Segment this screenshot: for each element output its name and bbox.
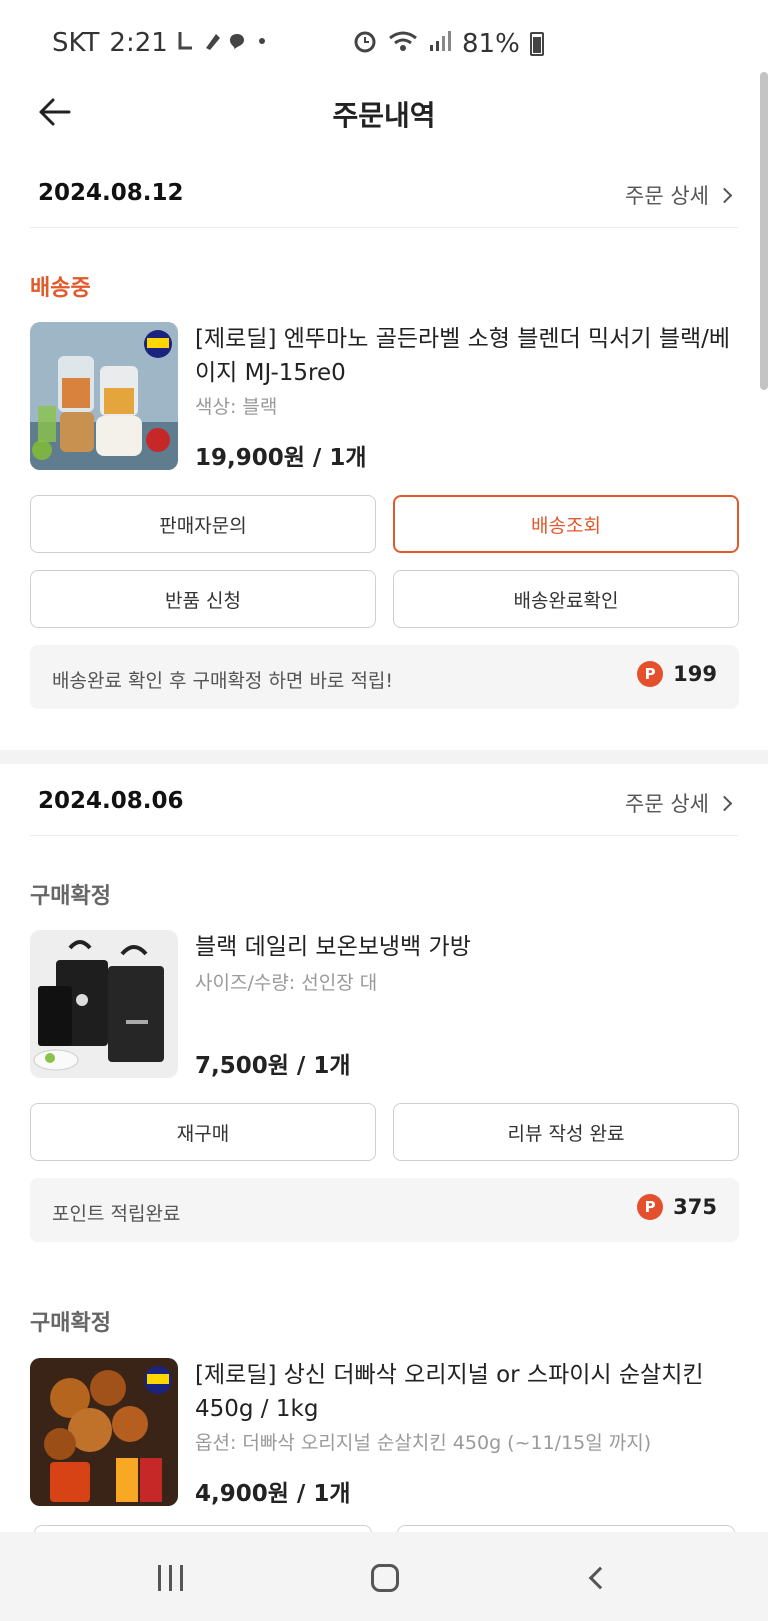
chevron-right-icon — [716, 187, 733, 203]
product-price: 4,900원 / 1개 — [195, 1481, 351, 1507]
confirm-delivery-button[interactable]: 배송완료확인 — [393, 570, 739, 628]
order-status: 구매확정 — [30, 884, 111, 909]
point-icon: P — [637, 1194, 664, 1220]
section-divider — [0, 750, 768, 764]
point-icon: P — [637, 661, 664, 687]
return-request-button[interactable]: 반품 신청 — [30, 570, 376, 628]
order-detail-link[interactable]: 주문 상세 — [625, 180, 733, 210]
product-option: 사이즈/수량: 선인장 대 — [195, 972, 378, 994]
order-header: 2024.08.06 주문 상세 — [30, 776, 738, 836]
signal-icon — [428, 29, 452, 59]
order-status: 구매확정 — [30, 1311, 111, 1336]
wifi-icon — [388, 29, 418, 59]
points-message: 배송완료 확인 후 구매확정 하면 바로 적립! — [52, 670, 394, 692]
points-message: 포인트 적립완료 — [52, 1203, 181, 1225]
system-back-button[interactable] — [570, 1560, 630, 1596]
product-title[interactable]: 블랙 데일리 보온보냉백 가방 — [195, 930, 735, 964]
points-info: 배송완료 확인 후 구매확정 하면 바로 적립! P 199 — [30, 645, 739, 709]
order-detail-link[interactable]: 주문 상세 — [625, 788, 733, 818]
order-header: 2024.08.12 주문 상세 — [30, 168, 738, 228]
carrier: SKT — [52, 28, 100, 58]
product-title[interactable]: [제로딜] 상신 더빠삭 오리지널 or 스파이시 순살치킨 450g / 1k… — [195, 1358, 735, 1426]
product-price: 7,500원 / 1개 — [195, 1053, 351, 1079]
alarm-icon — [352, 28, 378, 60]
status-bar: SKT 2:21 81% — [0, 0, 768, 88]
chevron-right-icon — [716, 795, 733, 811]
battery-icon — [529, 32, 544, 56]
status-left: SKT 2:21 — [52, 28, 268, 58]
product-title[interactable]: [제로딜] 엔뚜마노 골든라벨 소형 블렌더 믹서기 블랙/베이지 MJ-15r… — [195, 322, 735, 390]
track-delivery-button[interactable]: 배송조회 — [393, 495, 739, 553]
home-button[interactable] — [355, 1560, 415, 1596]
home-icon — [371, 1564, 399, 1592]
review-done-button[interactable]: 리뷰 작성 완료 — [393, 1103, 739, 1161]
product-option: 옵션: 더빠삭 오리지널 순살치킨 450g (~11/15일 까지) — [195, 1432, 652, 1454]
seller-inquiry-button[interactable]: 판매자문의 — [30, 495, 376, 553]
reorder-button[interactable]: 재구매 — [30, 1103, 376, 1161]
scrollbar[interactable] — [760, 72, 768, 390]
points-amount: P 375 — [637, 1194, 717, 1220]
product-image[interactable] — [30, 322, 178, 470]
page-title: 주문내역 — [332, 99, 436, 132]
battery-percent: 81% — [462, 29, 520, 59]
order-date: 2024.08.12 — [38, 180, 184, 206]
points-info: 포인트 적립완료 P 375 — [30, 1178, 739, 1242]
clock: 2:21 — [109, 28, 168, 58]
product-image[interactable] — [30, 930, 178, 1078]
order-detail-label: 주문 상세 — [625, 792, 709, 816]
product-option: 색상: 블랙 — [195, 396, 278, 418]
order-date: 2024.08.06 — [38, 788, 184, 814]
points-value: 199 — [673, 662, 717, 686]
product-image[interactable] — [30, 1358, 178, 1506]
points-value: 375 — [673, 1195, 717, 1219]
notification-icons — [178, 28, 268, 58]
status-right: 81% — [352, 28, 544, 60]
product-price: 19,900원 / 1개 — [195, 445, 367, 471]
back-chevron-icon — [588, 1566, 612, 1590]
points-amount: P 199 — [637, 661, 717, 687]
order-status: 배송중 — [30, 276, 91, 301]
recent-apps-icon — [157, 1565, 183, 1591]
system-nav-bar — [0, 1532, 768, 1621]
header: 주문내역 — [0, 88, 768, 136]
recent-apps-button[interactable] — [140, 1560, 200, 1596]
order-detail-label: 주문 상세 — [625, 184, 709, 208]
